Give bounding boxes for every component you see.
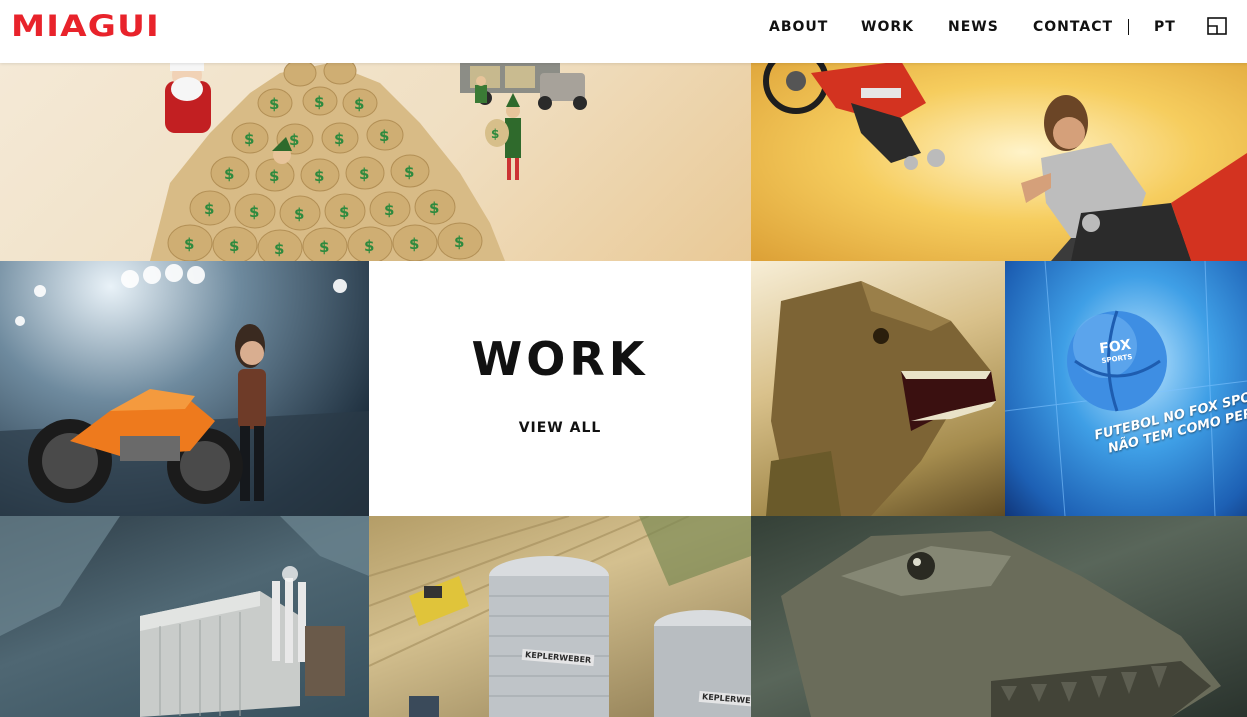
svg-text:$: $: [229, 237, 239, 255]
svg-text:$: $: [294, 205, 304, 223]
svg-text:$: $: [269, 95, 279, 113]
language-switch-link[interactable]: PT: [1154, 17, 1176, 37]
nav-contact-link[interactable]: CONTACT: [1033, 17, 1113, 37]
svg-text:$: $: [319, 238, 329, 256]
nav-work-link[interactable]: WORK: [861, 17, 914, 37]
motorcycle-left: [763, 63, 945, 170]
svg-text:$: $: [339, 203, 349, 221]
view-all-link[interactable]: VIEW ALL: [369, 419, 751, 437]
work-section-title: WORK: [471, 332, 649, 386]
factory-building: [140, 566, 345, 717]
project-tile-dinosaur[interactable]: [751, 261, 1005, 516]
svg-text:$: $: [354, 95, 364, 113]
svg-text:$: $: [429, 199, 439, 217]
nav-about-link[interactable]: ABOUT: [769, 17, 828, 37]
nav-news-link[interactable]: NEWS: [948, 17, 999, 37]
svg-text:$: $: [274, 240, 284, 258]
svg-text:$: $: [491, 127, 499, 141]
project-tile-crocodile[interactable]: [751, 516, 1247, 717]
svg-text:$: $: [364, 237, 374, 255]
svg-text:$: $: [244, 130, 254, 148]
svg-text:$: $: [409, 235, 419, 253]
project-tile-money-bags[interactable]: $ $ $ $ $ $ $ $ $ $ $ $ $ $ $ $ $ $ $ $ …: [0, 63, 751, 261]
stage-lights: [15, 264, 347, 326]
nav-divider: [1128, 19, 1129, 35]
project-tile-grain-silos[interactable]: KEPLERWEBER KEPLERWEBER: [369, 516, 751, 717]
svg-text:$: $: [314, 93, 324, 111]
svg-text:$: $: [269, 167, 279, 185]
svg-text:$: $: [249, 203, 259, 221]
svg-text:$: $: [184, 235, 194, 253]
project-tile-factory[interactable]: [0, 516, 369, 717]
project-tile-yamaha-bikes[interactable]: [751, 63, 1247, 261]
site-header: MIAGUI ABOUT WORK NEWS CONTACT PT: [0, 0, 1247, 63]
svg-text:$: $: [289, 131, 299, 149]
project-tile-fox-sports[interactable]: FOX SPORTS FUTEBOL NO FOX SPO NÃO TEM CO…: [1005, 261, 1247, 516]
layout-grid-icon[interactable]: [1207, 17, 1227, 35]
svg-text:$: $: [359, 165, 369, 183]
work-section-panel: WORK VIEW ALL: [369, 261, 751, 516]
project-tile-studio-motorcycle[interactable]: [0, 261, 369, 516]
svg-text:$: $: [404, 163, 414, 181]
svg-text:$: $: [224, 165, 234, 183]
t-rex-head: [766, 281, 996, 516]
svg-text:$: $: [454, 233, 464, 251]
crocodile-head: [781, 531, 1221, 717]
santa-figure: [165, 63, 211, 133]
silo-main: [489, 556, 609, 717]
site-logo[interactable]: MIAGUI: [11, 12, 160, 41]
svg-text:$: $: [334, 130, 344, 148]
svg-text:$: $: [314, 167, 324, 185]
combine-harvester: [409, 576, 469, 626]
svg-text:$: $: [204, 200, 214, 218]
svg-text:$: $: [384, 201, 394, 219]
svg-text:$: $: [379, 127, 389, 145]
